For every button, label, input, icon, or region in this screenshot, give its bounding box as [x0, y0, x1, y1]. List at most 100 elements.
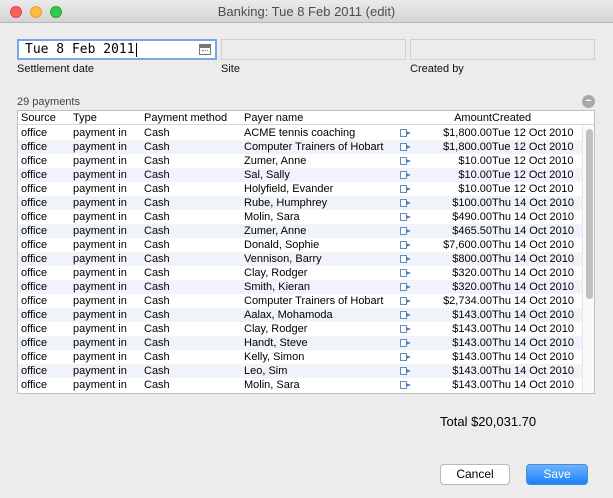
column-header-created[interactable]: Created	[492, 112, 531, 124]
cell-source: office	[21, 239, 48, 251]
table-row[interactable]: office payment in Cash Smith, Kieran $320.00…	[18, 280, 582, 294]
table-row[interactable]: office payment in Cash Aalax, Mohamoda $143.…	[18, 308, 582, 322]
calendar-icon[interactable]	[199, 44, 211, 55]
cancel-button[interactable]: Cancel	[440, 464, 510, 485]
table-row[interactable]: office payment in Cash Kelly, Simon $143.00 T…	[18, 350, 582, 364]
table-row[interactable]: office payment in Cash Clay, Rodger $143.00 T…	[18, 322, 582, 336]
cell-payment-method: Cash	[144, 267, 170, 279]
column-header-payer-name[interactable]: Payer name	[244, 112, 303, 124]
table-scrollbar[interactable]	[582, 125, 594, 393]
site-field[interactable]	[221, 39, 406, 60]
table-row[interactable]: office payment in Cash Zumer, Anne $465.50 Th…	[18, 224, 582, 238]
open-record-arrow-icon[interactable]	[400, 339, 412, 347]
cell-source: office	[21, 323, 48, 335]
open-record-arrow-icon[interactable]	[400, 129, 412, 137]
cell-created: Thu 14 Oct 2010	[492, 225, 574, 237]
open-record-arrow-icon[interactable]	[400, 199, 412, 207]
open-record-arrow-icon[interactable]	[400, 227, 412, 235]
cell-payment-method: Cash	[144, 155, 170, 167]
open-record-arrow-icon[interactable]	[400, 269, 412, 277]
cell-created: Tue 12 Oct 2010	[492, 183, 574, 195]
cell-source: office	[21, 295, 48, 307]
column-header-payment-method[interactable]: Payment method	[144, 112, 227, 124]
table-row[interactable]: office payment in Cash Leo, Sim $143.00 Thu 1…	[18, 364, 582, 378]
cell-amount: $143.00	[452, 337, 492, 349]
open-record-arrow-icon[interactable]	[400, 171, 412, 179]
payments-count: 29 payments	[17, 96, 80, 108]
cell-type: payment in	[73, 281, 127, 293]
table-row[interactable]: office payment in Cash Vennison, Barry $800.…	[18, 252, 582, 266]
cell-payment-method: Cash	[144, 281, 170, 293]
remove-payment-button[interactable]: −	[582, 95, 595, 108]
cell-payer-name: ACME tennis coaching	[244, 127, 356, 139]
column-header-amount[interactable]: Amount	[454, 112, 492, 124]
cell-created: Tue 12 Oct 2010	[492, 141, 574, 153]
settlement-date-field[interactable]: Tue 8 Feb 2011	[17, 39, 217, 60]
cell-created: Thu 14 Oct 2010	[492, 351, 574, 363]
column-header-type[interactable]: Type	[73, 112, 97, 124]
open-record-arrow-icon[interactable]	[400, 325, 412, 333]
cell-payment-method: Cash	[144, 379, 170, 391]
cell-type: payment in	[73, 351, 127, 363]
cell-created: Thu 14 Oct 2010	[492, 239, 574, 251]
cell-payment-method: Cash	[144, 239, 170, 251]
table-row[interactable]: office payment in Cash Computer Trainers of…	[18, 140, 582, 154]
open-record-arrow-icon[interactable]	[400, 353, 412, 361]
column-header-source[interactable]: Source	[21, 112, 56, 124]
cell-amount: $1,800.00	[443, 141, 492, 153]
cell-amount: $143.00	[452, 351, 492, 363]
table-row[interactable]: office payment in Cash Computer Trainers of…	[18, 294, 582, 308]
title-bar: Banking: Tue 8 Feb 2011 (edit)	[0, 0, 613, 23]
cell-amount: $143.00	[452, 309, 492, 321]
cell-source: office	[21, 267, 48, 279]
scrollbar-thumb[interactable]	[586, 129, 593, 299]
open-record-arrow-icon[interactable]	[400, 157, 412, 165]
table-row[interactable]: office payment in Cash Clay, Rodger $320.00 T…	[18, 266, 582, 280]
cell-type: payment in	[73, 183, 127, 195]
open-record-arrow-icon[interactable]	[400, 241, 412, 249]
open-record-arrow-icon[interactable]	[400, 185, 412, 193]
cell-payer-name: Molin, Sara	[244, 379, 300, 391]
cell-amount: $100.00	[452, 197, 492, 209]
table-header: Source Type Payment method Payer name Am…	[18, 111, 594, 125]
cell-source: office	[21, 253, 48, 265]
table-row[interactable]: office payment in Cash Holyfield, Evander $1…	[18, 182, 582, 196]
cell-payer-name: Leo, Sim	[244, 365, 288, 377]
created-by-field[interactable]	[410, 39, 595, 60]
cell-amount: $800.00	[452, 253, 492, 265]
cell-payer-name: Zumer, Anne	[244, 225, 307, 237]
table-row[interactable]: office payment in Cash Molin, Sara $143.00 Th…	[18, 378, 582, 392]
cell-amount: $10.00	[458, 169, 492, 181]
open-record-arrow-icon[interactable]	[400, 283, 412, 291]
open-record-arrow-icon[interactable]	[400, 311, 412, 319]
open-record-arrow-icon[interactable]	[400, 367, 412, 375]
open-record-arrow-icon[interactable]	[400, 297, 412, 305]
open-record-arrow-icon[interactable]	[400, 143, 412, 151]
cell-payment-method: Cash	[144, 253, 170, 265]
open-record-arrow-icon[interactable]	[400, 213, 412, 221]
cell-source: office	[21, 211, 48, 223]
cell-payment-method: Cash	[144, 337, 170, 349]
table-row[interactable]: office payment in Cash Handt, Steve $143.00 T…	[18, 336, 582, 350]
payments-total: Total $20,031.70	[440, 414, 537, 429]
open-record-arrow-icon[interactable]	[400, 255, 412, 263]
cell-type: payment in	[73, 323, 127, 335]
table-row[interactable]: office payment in Cash ACME tennis coaching…	[18, 126, 582, 140]
cell-source: office	[21, 127, 48, 139]
cell-amount: $2,734.00	[443, 295, 492, 307]
cell-payment-method: Cash	[144, 225, 170, 237]
open-record-arrow-icon[interactable]	[400, 381, 412, 389]
cell-payer-name: Clay, Rodger	[244, 267, 308, 279]
table-row[interactable]: office payment in Cash Zumer, Anne $10.00 Tue…	[18, 154, 582, 168]
cell-payment-method: Cash	[144, 309, 170, 321]
save-button[interactable]: Save	[526, 464, 588, 485]
table-row[interactable]: office payment in Cash Rube, Humphrey $100.0…	[18, 196, 582, 210]
table-row[interactable]: office payment in Cash Molin, Sara $490.00 Th…	[18, 210, 582, 224]
table-row[interactable]: office payment in Cash Donald, Sophie $7,600…	[18, 238, 582, 252]
cell-payment-method: Cash	[144, 127, 170, 139]
cell-created: Thu 14 Oct 2010	[492, 337, 574, 349]
table-row[interactable]: office payment in Cash Sal, Sally $10.00 Tue …	[18, 168, 582, 182]
cell-payment-method: Cash	[144, 351, 170, 363]
payments-table[interactable]: Source Type Payment method Payer name Am…	[17, 110, 595, 394]
cell-created: Thu 14 Oct 2010	[492, 267, 574, 279]
